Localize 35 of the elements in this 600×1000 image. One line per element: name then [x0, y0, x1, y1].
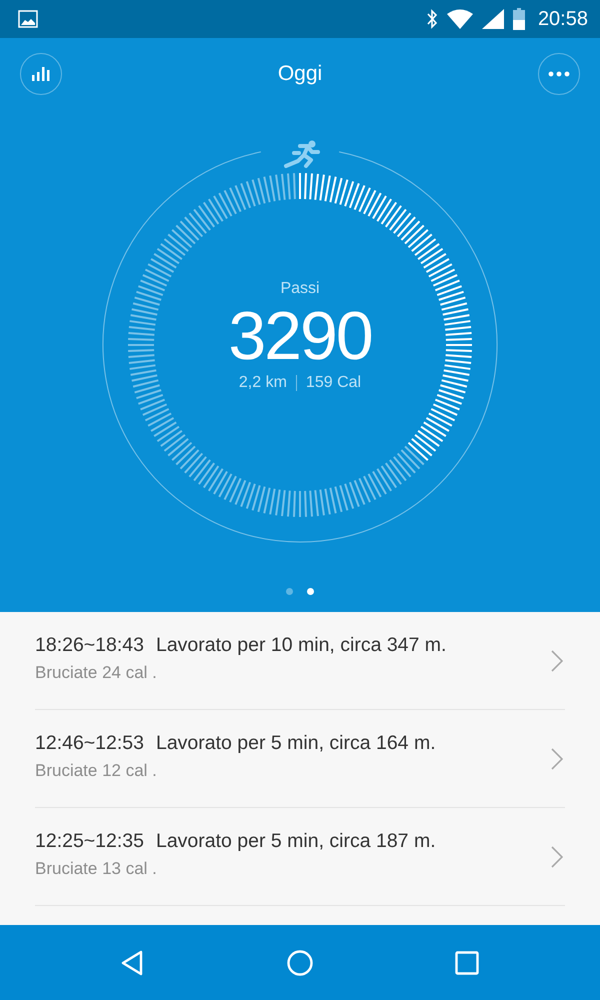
- chart-button[interactable]: [20, 53, 62, 95]
- clock-time: 20:58: [538, 8, 588, 30]
- page-dot[interactable]: [307, 588, 314, 595]
- activity-description: Lavorato per 5 min, circa 164 m.: [156, 732, 436, 755]
- activity-description: Lavorato per 5 min, circa 187 m.: [156, 830, 436, 853]
- chevron-right-icon: [551, 748, 563, 770]
- page-dot[interactable]: [286, 588, 293, 595]
- cell-signal-icon: [482, 9, 504, 29]
- calories-value: 159 Cal: [306, 374, 362, 392]
- runner-icon: [284, 140, 320, 168]
- activity-time: 12:25~12:35: [35, 830, 144, 853]
- activity-time: 12:46~12:53: [35, 732, 144, 755]
- activity-row[interactable]: 18:26~18:43 Lavorato per 10 min, circa 347 m. Bruciate 24 cal .: [35, 612, 565, 710]
- activity-row[interactable]: 12:46~12:53 Lavorato per 5 min, circa 164 m. Bruciate 12 cal .: [35, 710, 565, 808]
- wifi-icon: [446, 9, 473, 29]
- recent-apps-icon[interactable]: [452, 948, 481, 976]
- chevron-right-icon: [551, 650, 563, 672]
- steps-count: 3290: [228, 298, 372, 374]
- image-icon: [18, 10, 38, 28]
- more-button[interactable]: [538, 53, 580, 95]
- distance-value: 2,2 km: [238, 374, 287, 392]
- chevron-right-icon: [551, 846, 563, 868]
- steps-label: Passi: [280, 280, 320, 298]
- activity-description: Lavorato per 10 min, circa 347 m.: [156, 634, 446, 657]
- calories-burned: Bruciate 13 cal .: [35, 859, 158, 879]
- activity-row[interactable]: 12:25~12:35 Lavorato per 5 min, circa 187 m. Bruciate 13 cal .: [35, 808, 565, 906]
- screen-title: Oggi: [278, 62, 322, 86]
- calories-burned: Bruciate 12 cal .: [35, 761, 158, 781]
- battery-icon: [512, 8, 525, 30]
- calories-burned: Bruciate 24 cal .: [35, 663, 158, 683]
- more-icon: [548, 71, 570, 77]
- bluetooth-icon: [426, 9, 438, 29]
- activity-time: 18:26~18:43: [35, 634, 144, 657]
- home-icon[interactable]: [286, 948, 314, 976]
- bar-chart-icon: [31, 66, 51, 82]
